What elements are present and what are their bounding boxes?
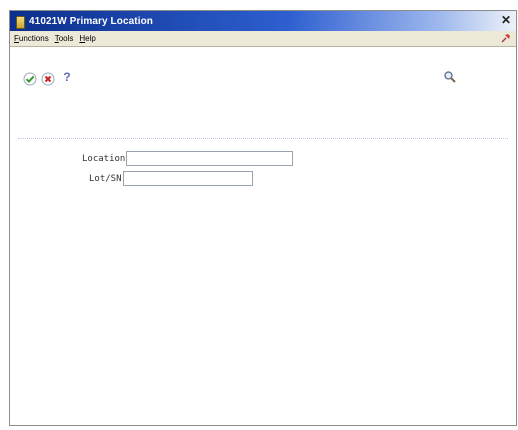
pin-icon[interactable] [500,32,512,44]
menu-functions[interactable]: Functions [14,34,49,43]
lot-sn-input[interactable] [122,171,253,186]
ok-button[interactable] [22,71,38,87]
toolbar: ? [10,47,516,139]
x-icon [41,72,55,86]
location-input[interactable] [126,151,294,166]
find-button[interactable] [442,69,458,85]
location-label: Location [82,153,126,164]
menu-tools[interactable]: Tools [55,34,74,43]
app-icon [14,15,25,29]
location-row: Location [82,150,294,167]
cancel-button[interactable] [40,71,56,87]
form-area: Location Lot/SN [10,103,516,423]
window-title: 41021W Primary Location [29,15,154,27]
check-icon [23,72,37,86]
primary-location-window: 41021W Primary Location ✕ Functions Tool… [9,10,517,426]
menu-bar: Functions Tools Help [10,31,516,46]
lot-sn-row: Lot/SN [89,170,253,187]
lot-sn-label: Lot/SN [89,173,122,184]
menu-help[interactable]: Help [79,34,95,43]
help-button[interactable]: ? [59,69,75,85]
title-bar[interactable]: 41021W Primary Location ✕ [10,11,516,31]
close-button[interactable]: ✕ [499,13,513,27]
magnifier-icon [444,71,456,83]
